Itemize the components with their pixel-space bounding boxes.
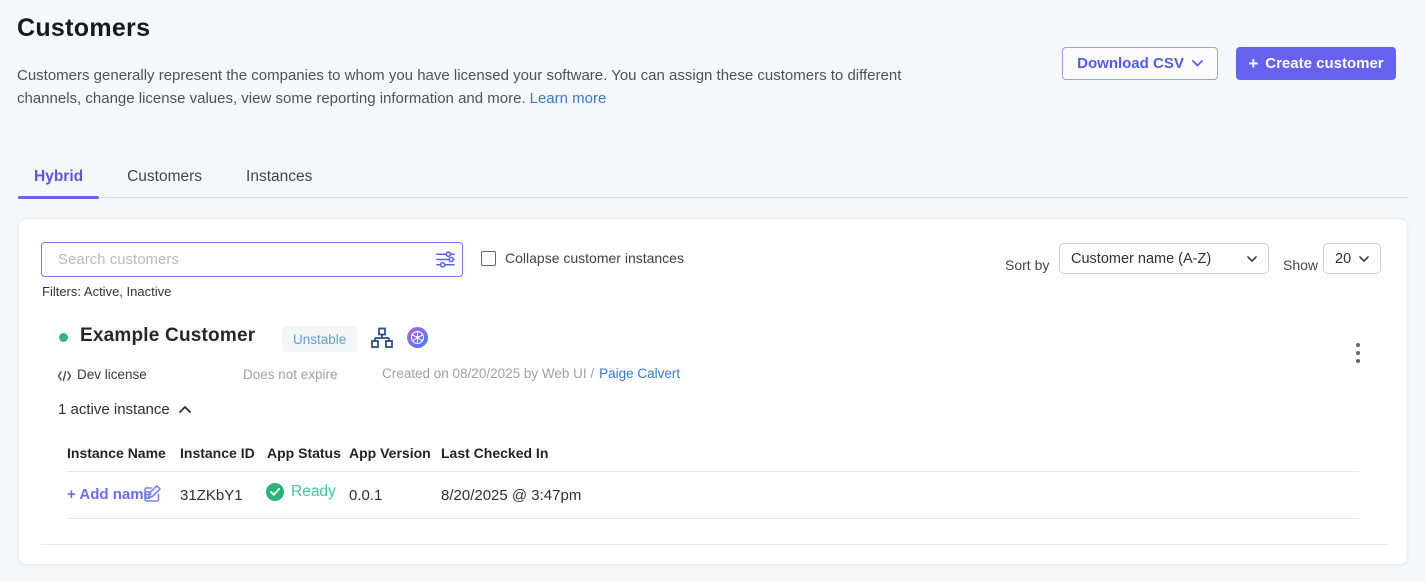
edit-pencil-icon[interactable] [143, 484, 162, 503]
tab-customers[interactable]: Customers [111, 157, 218, 197]
instances-collapse-toggle[interactable]: 1 active instance [58, 401, 191, 418]
created-by-link[interactable]: Paige Calvert [599, 366, 680, 381]
sort-select-value: Customer name (A-Z) [1071, 251, 1211, 267]
sitemap-hierarchy-icon [371, 327, 393, 349]
column-header-app-status: App Status [267, 445, 341, 461]
customers-card: Filters: Active, Inactive Collapse custo… [18, 218, 1408, 565]
description-line-1: Customers generally represent the compan… [17, 64, 1002, 87]
create-customer-button[interactable]: + Create customer [1236, 47, 1396, 80]
chevron-down-icon [1359, 256, 1369, 262]
page-description: Customers generally represent the compan… [17, 64, 1002, 110]
check-circle-icon [266, 483, 284, 501]
license-expiration-text: Does not expire [243, 367, 338, 382]
tab-instances[interactable]: Instances [230, 157, 328, 197]
collapse-instances-checkbox[interactable] [481, 251, 496, 266]
active-status-dot [59, 333, 68, 342]
tab-hybrid[interactable]: Hybrid [18, 157, 99, 197]
table-row-divider [67, 518, 1359, 519]
channel-badge: Unstable [282, 326, 357, 352]
app-status-cell: Ready [266, 483, 336, 501]
show-label: Show [1283, 257, 1318, 273]
learn-more-link[interactable]: Learn more [530, 90, 607, 107]
chevron-down-icon [1247, 256, 1257, 262]
table-header-divider [67, 471, 1359, 472]
download-csv-button[interactable]: Download CSV [1062, 47, 1218, 80]
app-version-cell: 0.0.1 [349, 487, 382, 504]
show-select-value: 20 [1335, 251, 1351, 267]
sort-select[interactable]: Customer name (A-Z) [1059, 243, 1269, 274]
search-input[interactable] [41, 242, 463, 277]
app-status-text: Ready [291, 483, 336, 501]
column-header-app-version: App Version [349, 445, 431, 461]
column-header-instance-name: Instance Name [67, 445, 166, 461]
license-type-label: Dev license [77, 367, 147, 382]
column-header-instance-id: Instance ID [180, 445, 255, 461]
collapse-instances-label: Collapse customer instances [505, 250, 684, 266]
show-select[interactable]: 20 [1323, 243, 1381, 274]
created-text: Created on 08/20/2025 by Web UI / [382, 366, 594, 381]
add-instance-name-link[interactable]: + Add name [67, 486, 152, 503]
description-line-2: channels, change license values, view so… [17, 87, 1002, 110]
column-header-last-checked-in: Last Checked In [441, 445, 548, 461]
sort-by-label: Sort by [1005, 257, 1049, 273]
instances-summary-label: 1 active instance [58, 401, 170, 418]
instance-id-cell: 31ZKbY1 [180, 487, 243, 504]
customer-actions-menu-icon[interactable] [1349, 341, 1367, 365]
customer-block-divider [41, 544, 1387, 545]
chevron-down-icon [1192, 60, 1203, 67]
kubernetes-icon [407, 327, 428, 348]
collapse-instances-control[interactable]: Collapse customer instances [481, 250, 684, 266]
page-title: Customers [17, 14, 150, 43]
create-customer-label: Create customer [1265, 55, 1383, 72]
download-csv-label: Download CSV [1077, 55, 1184, 72]
active-filters-text: Filters: Active, Inactive [42, 284, 171, 299]
tab-bar: Hybrid Customers Instances [18, 157, 1408, 198]
filter-sliders-icon[interactable] [436, 251, 455, 268]
customers-page: Customers Customers generally represent … [0, 0, 1425, 581]
chevron-up-icon [179, 406, 191, 413]
code-license-icon [57, 369, 72, 381]
created-info: Created on 08/20/2025 by Web UI / Paige … [382, 366, 680, 381]
last-checked-in-cell: 8/20/2025 @ 3:47pm [441, 487, 581, 504]
plus-icon: + [1248, 55, 1258, 72]
customer-name[interactable]: Example Customer [80, 325, 255, 347]
